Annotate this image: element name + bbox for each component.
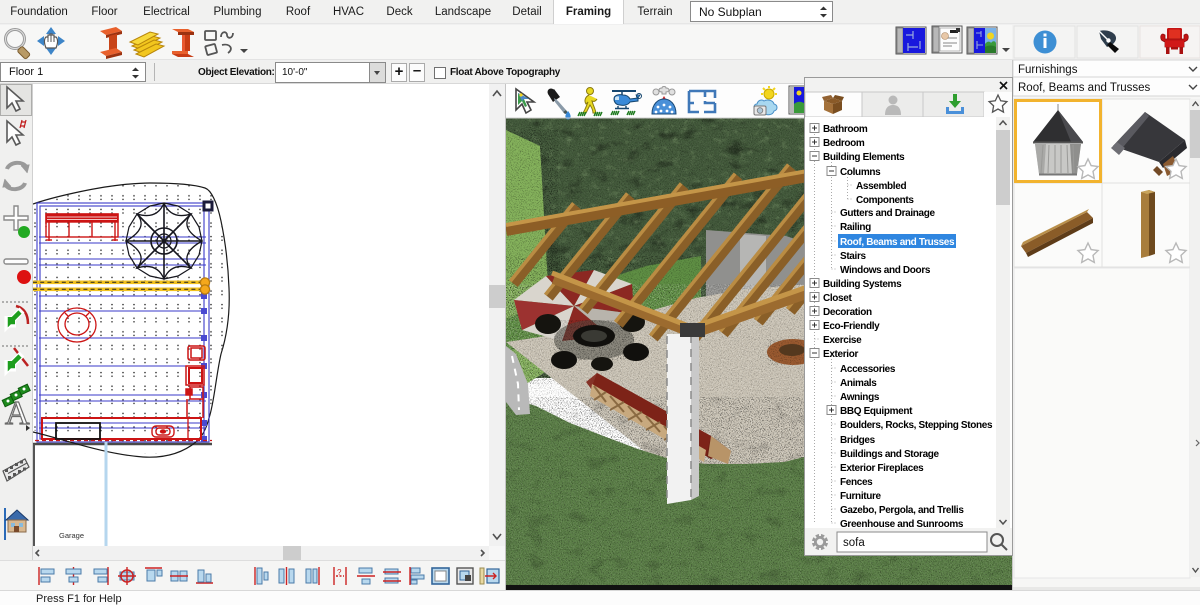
svg-text:Roof, Beams and Trusses: Roof, Beams and Trusses (840, 237, 955, 248)
svg-text:sofa: sofa (843, 537, 865, 549)
svg-text:Garage: Garage (59, 531, 84, 540)
svg-text:Furniture: Furniture (840, 491, 882, 502)
svg-text:Bathroom: Bathroom (823, 124, 868, 135)
svg-text:Awnings: Awnings (840, 392, 880, 403)
svg-text:Components: Components (856, 195, 914, 206)
svg-text:Building Systems: Building Systems (823, 279, 902, 290)
svg-text:Decoration: Decoration (823, 307, 872, 318)
svg-text:Stairs: Stairs (840, 251, 866, 262)
svg-text:?: ? (337, 568, 342, 577)
svg-text:Buildings and Storage: Buildings and Storage (840, 449, 940, 460)
svg-text:Furnishings: Furnishings (1018, 64, 1078, 76)
svg-text:Exterior: Exterior (823, 349, 858, 360)
svg-text:Bridges: Bridges (840, 435, 876, 446)
svg-text:Railing: Railing (840, 222, 871, 233)
svg-text:Exterior Fireplaces: Exterior Fireplaces (840, 463, 924, 474)
svg-text:Accessories: Accessories (840, 364, 896, 375)
svg-text:Gutters and Drainage: Gutters and Drainage (840, 208, 935, 219)
svg-text:BBQ Equipment: BBQ Equipment (840, 406, 913, 417)
svg-text:Windows and Doors: Windows and Doors (840, 265, 931, 276)
svg-text:Gazebo, Pergola, and Trellis: Gazebo, Pergola, and Trellis (840, 505, 964, 516)
svg-text:Building Elements: Building Elements (823, 152, 905, 163)
svg-text:Boulders, Rocks, Stepping Ston: Boulders, Rocks, Stepping Stones (840, 420, 993, 431)
svg-text:Bedroom: Bedroom (823, 138, 865, 149)
svg-text:Assembled: Assembled (856, 181, 906, 192)
svg-text:Exercise: Exercise (823, 335, 862, 346)
svg-text:Columns: Columns (840, 167, 881, 178)
svg-text:Roof, Beams and Trusses: Roof, Beams and Trusses (1018, 82, 1151, 94)
svg-text:Closet: Closet (823, 293, 852, 304)
svg-text:Fences: Fences (840, 477, 873, 488)
svg-text:Eco-Friendly: Eco-Friendly (823, 321, 880, 332)
svg-text:Animals: Animals (840, 378, 877, 389)
